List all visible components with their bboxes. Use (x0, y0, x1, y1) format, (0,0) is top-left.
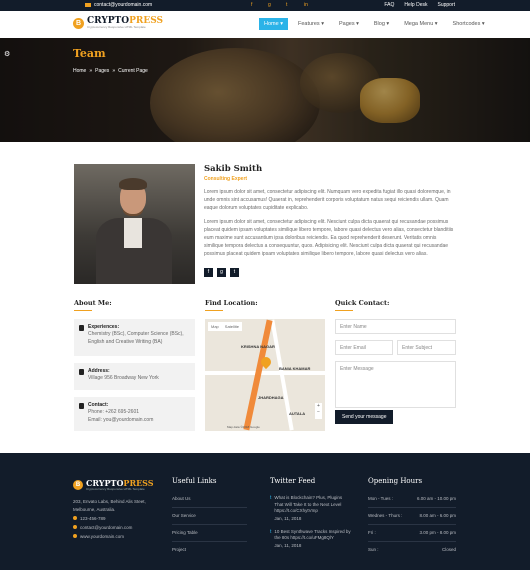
useful-links-heading: Useful Links (172, 477, 217, 485)
breadcrumb-home[interactable]: Home (73, 68, 86, 74)
location-map[interactable]: Map Satellite KRISHNA NAGAR BANIA KHAMAR… (205, 319, 325, 431)
twitter-feed: t What is Blockchain? Plus, Plugins That… (270, 495, 352, 550)
bitcoin-logo-icon: B (73, 17, 84, 29)
footer-logo[interactable]: B CRYPTOPRESS Cryptocurrency Responsive … (73, 479, 154, 491)
message-field[interactable]: Enter Message (335, 361, 456, 408)
google-plus-icon[interactable]: g (217, 268, 226, 277)
globe-icon (73, 534, 77, 538)
footer-website[interactable]: www.yourdomain.com (80, 534, 124, 539)
bitcoin-logo-icon: B (73, 480, 83, 490)
contact-box: Contact: Phone: +262 695-2601 Email: you… (74, 397, 195, 431)
contact-form: Enter Name Enter Email Enter Subject Ent… (335, 319, 456, 408)
hours-row: Sun : Closed (368, 547, 456, 552)
footer-email[interactable]: contact@yourdomain.com (80, 525, 132, 530)
help-desk-link[interactable]: Help Desk (404, 2, 427, 8)
satellite-tab[interactable]: Satellite (222, 322, 242, 331)
top-bar: contact@yourdomain.com f g t in FAQ Help… (0, 0, 530, 11)
experience-box: Experiences: Chemistry (BSc), Computer S… (74, 319, 195, 356)
footer-link[interactable]: Pricing Table (172, 529, 247, 537)
email-field[interactable]: Enter Email (335, 340, 393, 355)
location-icon (79, 369, 84, 375)
subject-field[interactable]: Enter Subject (397, 340, 456, 355)
opening-hours-heading: Opening Hours (368, 477, 423, 485)
mail-icon (73, 525, 77, 529)
phone-icon (73, 516, 77, 520)
bio-paragraph: Lorem ipsum dolor sit amet, consectetur … (204, 219, 454, 257)
breadcrumb-current: Current Page (118, 68, 148, 74)
page-title: Team (73, 47, 106, 60)
breadcrumb-pages[interactable]: Pages (95, 68, 109, 74)
twitter-icon[interactable]: t (230, 268, 239, 277)
header: B CRYPTOPRESS Cryptocurrency Responsive … (0, 11, 530, 38)
profile-bio: Sakib Smith Consulting Expert Lorem ipsu… (204, 164, 454, 277)
phone-icon (79, 403, 84, 409)
footer-link[interactable]: Our Service (172, 512, 247, 520)
zoom-control[interactable]: + − (315, 403, 322, 419)
tweet[interactable]: t 10 Best Synthwave Tracks Inspired by t… (270, 529, 352, 550)
mail-icon (85, 3, 91, 7)
nav-shortcodes[interactable]: Shortcodes ▾ (448, 18, 490, 30)
nav-blog[interactable]: Blog ▾ (369, 18, 394, 30)
twitter-icon: t (270, 495, 272, 501)
nav-mega-menu[interactable]: Mega Menu ▾ (399, 18, 442, 30)
main-nav: Home ▾ Features ▾ Pages ▾ Blog ▾ Mega Me… (259, 18, 495, 30)
twitter-icon: t (270, 528, 272, 535)
twitter-feed-heading: Twitter Feed (270, 477, 316, 485)
profile-role: Consulting Expert (204, 176, 248, 182)
logo[interactable]: B CRYPTOPRESS Cryptocurrency Responsive … (73, 17, 163, 29)
footer-link[interactable]: Project (172, 546, 247, 554)
footer: B CRYPTOPRESS Cryptocurrency Responsive … (0, 453, 530, 570)
google-plus-icon[interactable]: g (268, 2, 271, 8)
tweet[interactable]: t What is Blockchain? Plus, Plugins That… (270, 495, 352, 523)
hours-row: Wednes - Thurs :8.00 am - 6.00 pm (368, 513, 456, 518)
nav-home[interactable]: Home ▾ (259, 18, 288, 30)
send-message-button[interactable]: Send your message (335, 410, 394, 424)
hours-row: Fri :3.00 pm - 8.00 pm (368, 530, 456, 535)
map-tab[interactable]: Map (208, 322, 222, 331)
nav-pages[interactable]: Pages ▾ (334, 18, 364, 30)
facebook-icon[interactable]: f (204, 268, 213, 277)
twitter-icon[interactable]: t (286, 2, 287, 8)
topbar-email[interactable]: contact@yourdomain.com (85, 2, 152, 8)
facebook-icon[interactable]: f (251, 2, 252, 8)
graduation-icon (79, 325, 84, 331)
breadcrumb: Home» Pages» Current Page (73, 68, 148, 74)
profile-socials: f g t (204, 268, 454, 277)
address-box: Address: Village 956 Broadway New York (74, 363, 195, 390)
bio-paragraph: Lorem ipsum dolor sit amet, consectetur … (204, 189, 451, 211)
profile-photo (74, 164, 195, 284)
about-section-heading: About Me: (74, 299, 112, 311)
footer-link[interactable]: About Us (172, 495, 247, 503)
profile-name: Sakib Smith (204, 164, 263, 174)
faq-link[interactable]: FAQ (384, 2, 394, 8)
footer-address: 203, Envato Labs, Behind Alis Steet, Mel… (73, 499, 146, 512)
settings-toggle-icon[interactable]: ⚙ (4, 50, 10, 58)
nav-features[interactable]: Features ▾ (293, 18, 329, 30)
name-field[interactable]: Enter Name (335, 319, 456, 334)
location-section-heading: Find Location: (205, 299, 258, 311)
linkedin-icon[interactable]: in (304, 2, 308, 8)
hours-row: Mon - Tues :6.00 am - 10.00 pm (368, 496, 456, 501)
useful-links: About Us Our Service Pricing Table Proje… (172, 495, 247, 554)
support-link[interactable]: Support (437, 2, 455, 8)
opening-hours: Mon - Tues :6.00 am - 10.00 pm Wednes - … (368, 495, 456, 554)
footer-phone: 123-456-789 (80, 516, 106, 521)
quick-contact-heading: Quick Contact: (335, 299, 389, 311)
